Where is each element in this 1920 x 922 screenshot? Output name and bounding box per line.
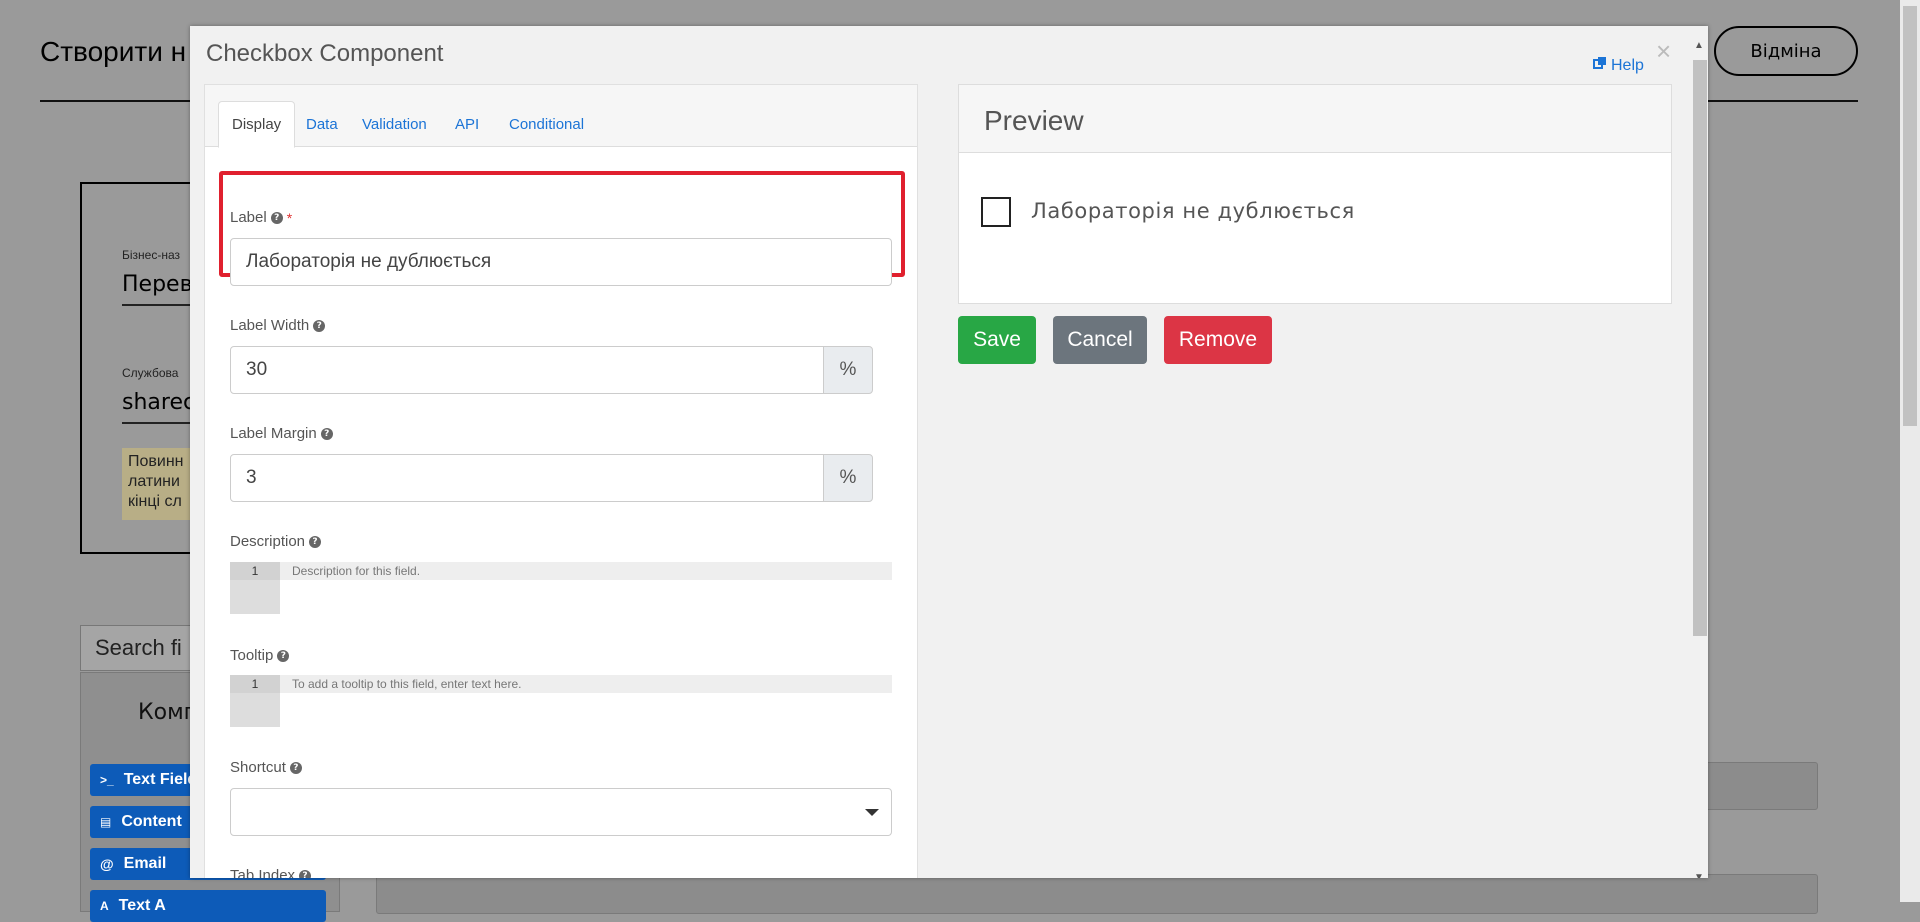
label-text: Shortcut [230, 759, 286, 776]
dialog-title: Checkbox Component [206, 40, 444, 67]
tooltip-placeholder[interactable]: To add a tooltip to this field, enter te… [280, 675, 892, 693]
hint-line: кінці сл [128, 493, 182, 510]
preview-checkbox-label[interactable]: Лабораторія не дублюється [1031, 199, 1355, 223]
tab-index-label: Tab Index ? [230, 867, 312, 878]
label-width-input[interactable] [230, 346, 824, 394]
shortcut-label: Shortcut ? [230, 759, 302, 776]
line-number: 1 [230, 562, 280, 580]
tab-api[interactable]: API [442, 101, 492, 147]
settings-panel: Display Data Validation API Conditional … [204, 84, 918, 878]
label-margin-unit: % [823, 454, 873, 502]
question-circle-icon[interactable]: ? [299, 869, 312, 878]
page-scrollbar-thumb[interactable] [1903, 6, 1917, 426]
html5-icon: ▤ [100, 815, 112, 829]
service-name-input[interactable]: sharec [122, 390, 195, 415]
description-label: Description ? [230, 533, 322, 550]
help-link[interactable]: Help [1593, 56, 1644, 75]
tooltip-label: Tooltip ? [230, 647, 290, 664]
label-margin-label: Label Margin ? [230, 425, 333, 442]
hint-line: Повинн [128, 453, 184, 470]
label-text: Tab Index [230, 867, 296, 878]
tab-validation[interactable]: Validation [349, 101, 440, 147]
label-text: Label [230, 209, 267, 226]
save-button[interactable]: Save [958, 316, 1036, 364]
terminal-icon: >_ [100, 773, 114, 787]
label-margin-input[interactable] [230, 454, 824, 502]
service-name-label: Службова [122, 366, 179, 380]
preview-header: Preview [959, 85, 1671, 153]
font-icon: A [100, 899, 109, 913]
description-editor[interactable]: 1 Description for this field. [230, 562, 892, 614]
question-circle-icon[interactable]: ? [313, 319, 326, 332]
label-width-label: Label Width ? [230, 317, 326, 334]
settings-tabs: Display Data Validation API Conditional [205, 85, 917, 148]
label-width-unit: % [823, 346, 873, 394]
caret-down-icon [865, 809, 879, 816]
tab-data[interactable]: Data [293, 101, 351, 147]
component-label: Content [121, 813, 182, 830]
scroll-up-icon[interactable]: ▲ [1694, 40, 1704, 51]
question-circle-icon[interactable]: ? [289, 761, 302, 774]
component-label: Text A [118, 897, 166, 914]
page-cancel-button[interactable]: Відміна [1714, 26, 1858, 76]
validation-hint: Повинн латини кінці сл [122, 448, 198, 520]
label-input[interactable] [230, 238, 892, 286]
tab-display[interactable]: Display [218, 101, 296, 148]
question-circle-icon[interactable]: ? [320, 427, 333, 440]
drop-zone [376, 874, 1818, 914]
component-label: Text Field [123, 771, 198, 788]
page-scrollbar[interactable] [1900, 0, 1920, 902]
page-title: Створити н [40, 36, 187, 67]
description-placeholder[interactable]: Description for this field. [280, 562, 892, 580]
question-circle-icon[interactable]: ? [277, 649, 290, 662]
service-name-underline [122, 422, 198, 424]
dialog-scrollbar[interactable]: ▲ ▼ [1690, 40, 1708, 878]
line-number: 1 [230, 675, 280, 693]
label-field-label: Label ? * [230, 209, 292, 226]
tab-conditional[interactable]: Conditional [496, 101, 597, 147]
checkbox-component-dialog: Checkbox Component × Help ▲ ▼ Display Da… [190, 26, 1708, 878]
preview-title: Preview [984, 105, 1084, 136]
component-label: Email [123, 855, 167, 872]
remove-button[interactable]: Remove [1164, 316, 1272, 364]
business-name-input[interactable]: Перев [122, 272, 193, 297]
business-name-label: Бізнес-наз [122, 248, 181, 262]
label-text: Label Width [230, 317, 310, 334]
hint-line: латини [128, 473, 180, 490]
dialog-scrollbar-thumb[interactable] [1693, 60, 1707, 636]
label-text: Label Margin [230, 425, 317, 442]
business-name-underline [122, 304, 198, 306]
tooltip-editor[interactable]: 1 To add a tooltip to this field, enter … [230, 675, 892, 727]
scroll-down-icon[interactable]: ▼ [1694, 872, 1704, 878]
search-fields-input[interactable]: Search fi [80, 625, 200, 671]
at-icon: @ [100, 856, 114, 872]
cancel-button[interactable]: Cancel [1053, 316, 1147, 364]
external-link-icon [1593, 56, 1607, 75]
preview-checkbox[interactable] [981, 197, 1011, 227]
shortcut-select[interactable] [230, 788, 892, 836]
help-label: Help [1611, 56, 1644, 74]
label-text: Description [230, 533, 306, 550]
question-circle-icon[interactable]: ? [270, 211, 283, 224]
question-circle-icon[interactable]: ? [309, 535, 322, 548]
preview-panel: Preview Лабораторія не дублюється [958, 84, 1672, 304]
required-mark: * [286, 209, 293, 226]
close-icon[interactable]: × [1656, 36, 1671, 67]
component-text-area[interactable]: A Text A [90, 890, 326, 922]
label-text: Tooltip [230, 647, 274, 664]
